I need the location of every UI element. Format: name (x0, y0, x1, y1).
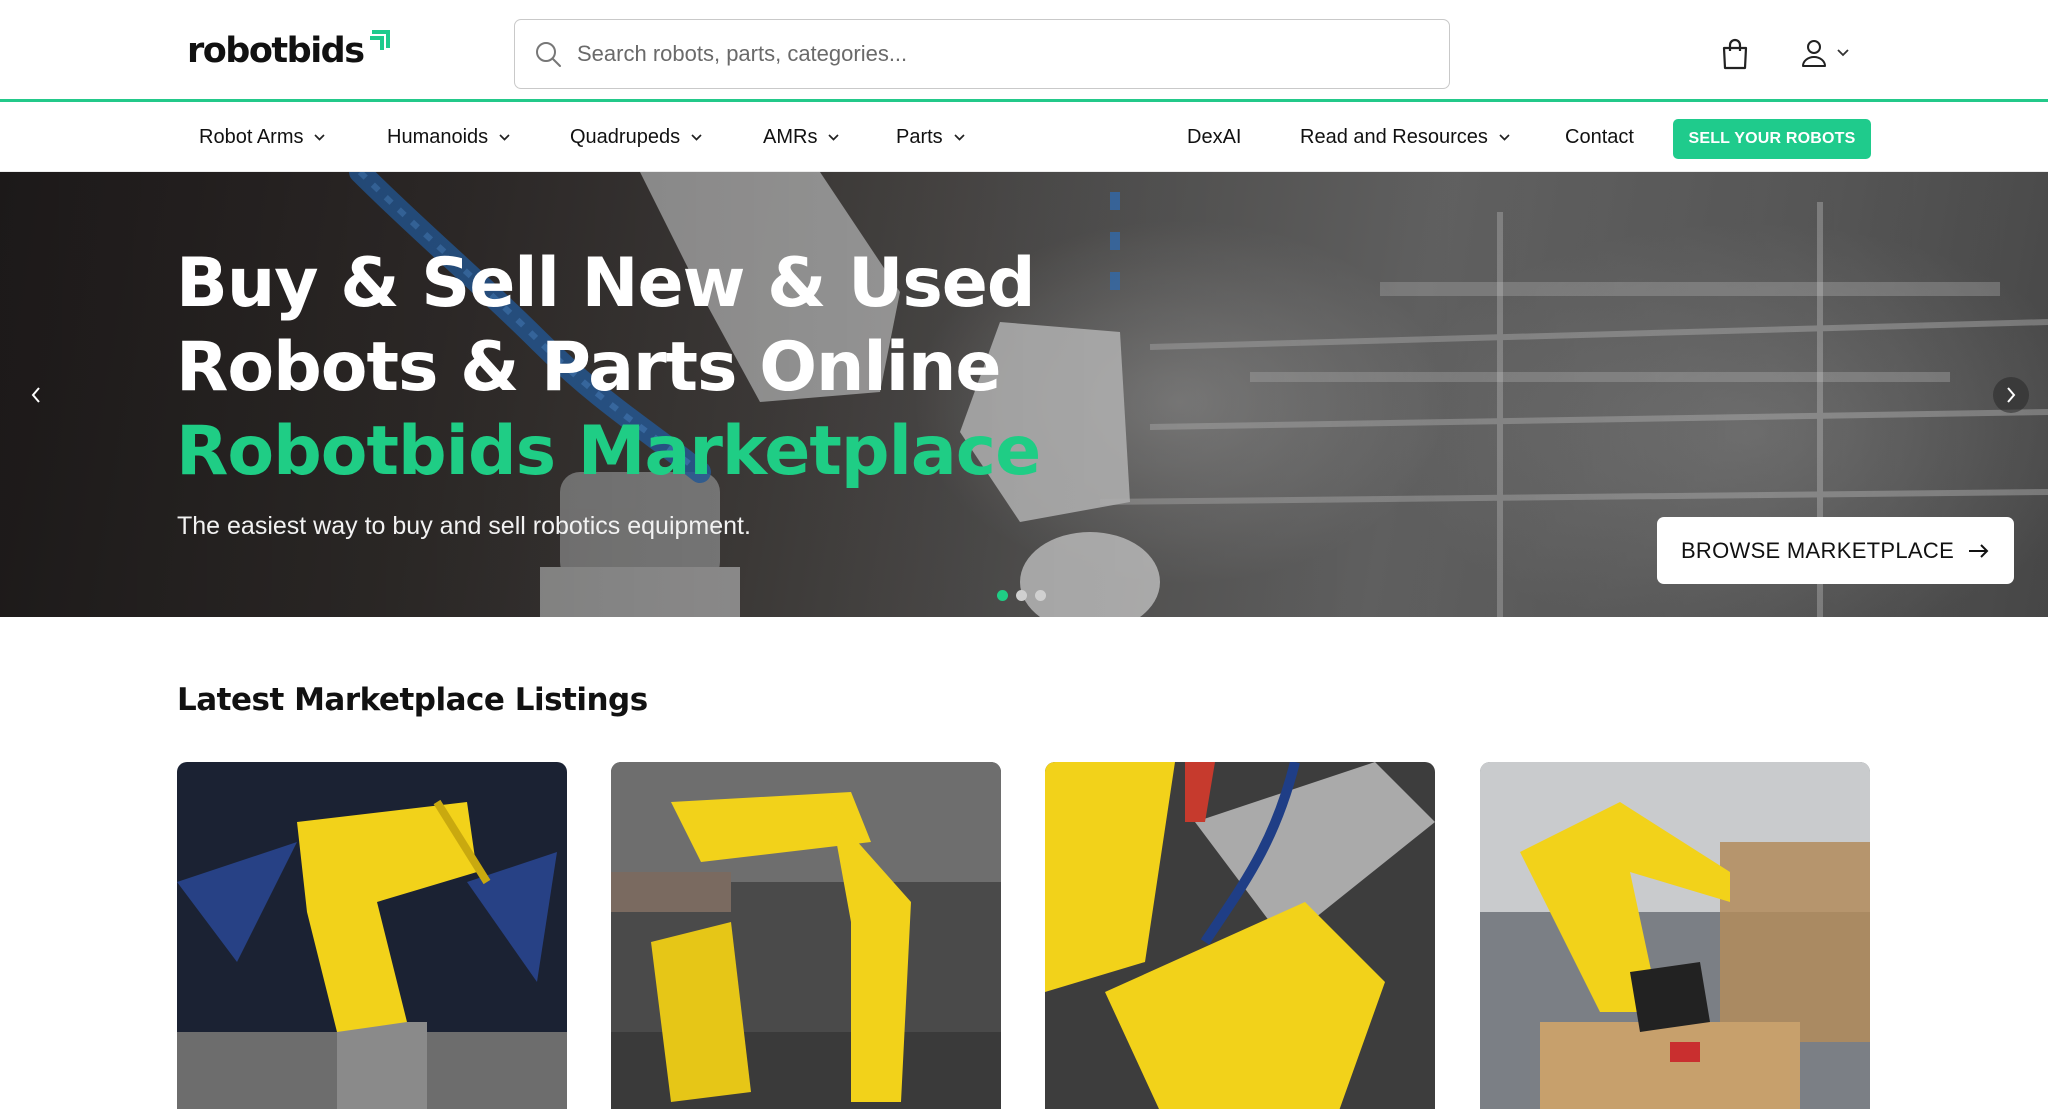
chevron-left-icon (31, 387, 40, 403)
shopping-bag-icon[interactable] (1718, 37, 1752, 71)
chevron-down-icon (828, 133, 840, 141)
listing-card[interactable] (1045, 762, 1435, 1109)
nav-item-label: Quadrupeds (570, 125, 681, 148)
nav-item-parts[interactable]: Parts (896, 102, 966, 172)
chevron-right-icon (2007, 387, 2016, 403)
listing-image (611, 762, 1001, 1109)
nav-item-robot-arms[interactable]: Robot Arms (199, 102, 326, 172)
nav-item-dexai[interactable]: DexAI (1187, 102, 1241, 172)
chevron-down-icon (954, 133, 965, 141)
nav-item-read-and-resources[interactable]: Read and Resources (1300, 102, 1511, 172)
hero-subtitle: The easiest way to buy and sell robotics… (177, 512, 751, 540)
carousel-dot[interactable] (997, 590, 1008, 601)
search-bar[interactable] (514, 19, 1450, 89)
nav-item-label: Parts (896, 125, 943, 148)
nav-item-label: DexAI (1187, 125, 1242, 148)
listing-image (1045, 762, 1435, 1109)
logo-arrow-icon (369, 30, 390, 50)
nav-item-label: Humanoids (387, 125, 489, 148)
carousel-next-button[interactable] (1993, 377, 2029, 413)
arrow-right-icon (1969, 543, 1989, 558)
hero-headline: Buy & Sell New & Used Robots & Parts Onl… (176, 242, 1041, 494)
account-menu[interactable] (1800, 38, 1850, 68)
hero-title-line-1: Buy & Sell New & Used (176, 244, 1036, 323)
hero-title-accent: Robotbids Marketplace (176, 412, 1041, 491)
nav-item-humanoids[interactable]: Humanoids (387, 102, 511, 172)
carousel-dot[interactable] (1035, 590, 1046, 601)
carousel-dot[interactable] (1016, 590, 1027, 601)
listing-image (177, 762, 567, 1109)
listing-card[interactable] (1480, 762, 1870, 1109)
nav-item-amrs[interactable]: AMRs (763, 102, 840, 172)
hero-banner: Buy & Sell New & Used Robots & Parts Onl… (0, 172, 2048, 617)
listing-card[interactable] (177, 762, 567, 1109)
nav-item-quadrupeds[interactable]: Quadrupeds (570, 102, 703, 172)
carousel-prev-button[interactable] (18, 377, 54, 413)
chevron-down-icon (1837, 49, 1849, 57)
carousel-indicators (997, 590, 1046, 601)
browse-marketplace-label: BROWSE MARKETPLACE (1680, 537, 1955, 563)
nav-item-contact[interactable]: Contact (1565, 102, 1634, 172)
sell-your-robots-button[interactable]: SELL YOUR ROBOTS (1673, 119, 1871, 159)
listing-card[interactable] (611, 762, 1001, 1109)
chevron-down-icon (499, 133, 510, 141)
nav-item-label: Read and Resources (1300, 125, 1488, 148)
chevron-down-icon (691, 133, 702, 141)
site-header: robotbids (0, 0, 2048, 100)
nav-item-label: Robot Arms (199, 125, 304, 148)
nav-item-label: Contact (1565, 125, 1634, 148)
search-icon (536, 42, 561, 67)
user-icon (1802, 40, 1826, 67)
main-nav: Robot Arms Humanoids Quadrupeds AMRs Par… (0, 102, 2048, 172)
listing-image (1480, 762, 1870, 1109)
chevron-down-icon (1499, 133, 1510, 141)
listings-section-title: Latest Marketplace Listings (177, 682, 648, 718)
chevron-down-icon (314, 133, 326, 141)
logo-text: robotbids (187, 31, 365, 71)
logo[interactable]: robotbids (187, 26, 392, 76)
nav-item-label: AMRs (763, 125, 818, 148)
browse-marketplace-button[interactable]: BROWSE MARKETPLACE (1657, 517, 2014, 584)
search-input[interactable] (577, 41, 1397, 67)
hero-title-line-2: Robots & Parts Online (176, 328, 1002, 407)
